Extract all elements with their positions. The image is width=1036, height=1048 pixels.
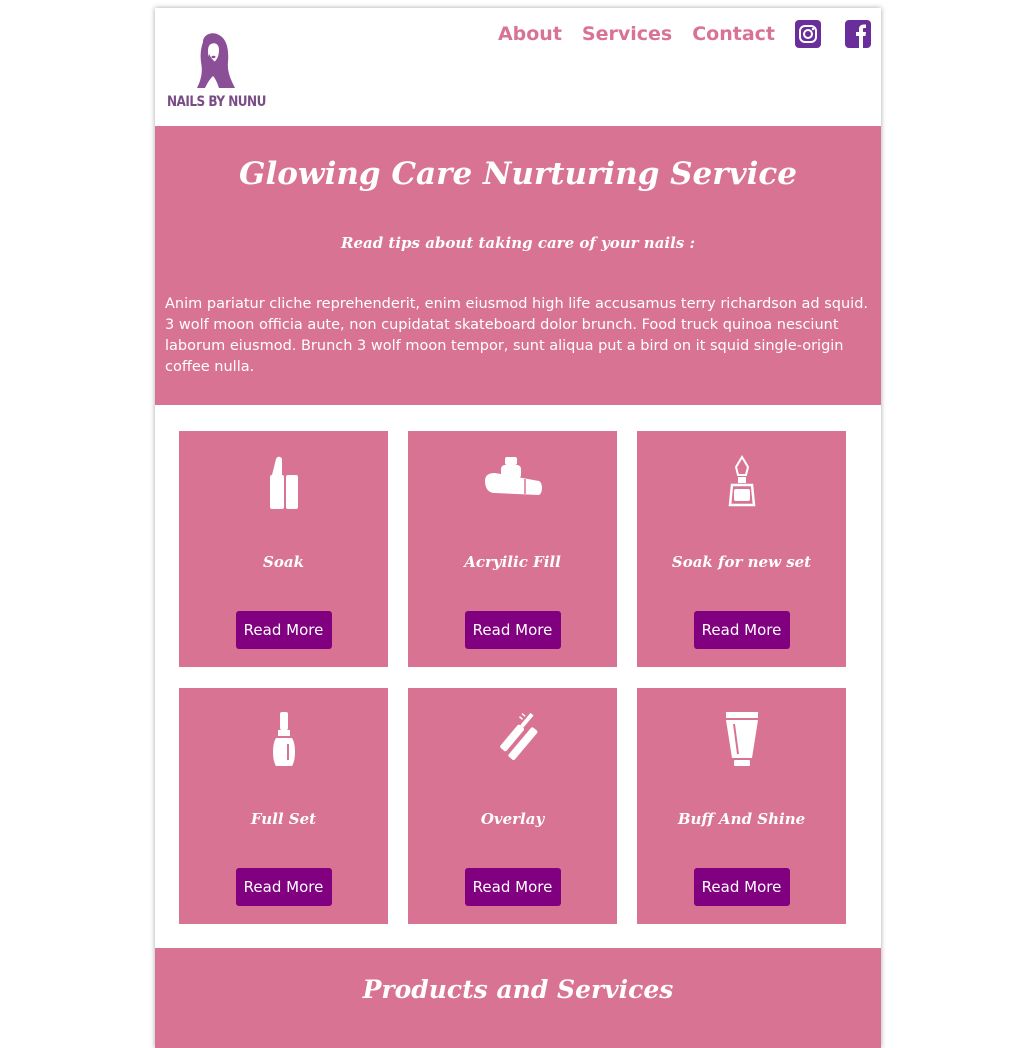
service-title: Full Set	[250, 810, 317, 828]
service-card: Full Set Read More	[179, 688, 388, 924]
service-card: Acryilic Fill Read More	[408, 431, 617, 667]
hero-subtitle: Read tips about taking care of your nail…	[340, 234, 696, 252]
nail-polish-icon	[272, 712, 295, 766]
header: NAILS BY NUNU About Services Contact	[155, 8, 881, 126]
services-grid: Soak Read More Acryilic Fill Read More S…	[155, 405, 881, 924]
service-card: Overlay Read More	[408, 688, 617, 924]
page: NAILS BY NUNU About Services Contact Glo…	[155, 8, 881, 1048]
hero-body: Anim pariatur cliche reprehenderit, enim…	[165, 296, 869, 375]
read-more-button[interactable]: Read More	[235, 611, 332, 649]
service-card: Soak for new set Read More	[637, 431, 846, 667]
brand-name: NAILS BY NUNU	[167, 94, 266, 110]
read-more-button[interactable]: Read More	[693, 868, 790, 906]
nav-about[interactable]: About	[498, 23, 562, 45]
mascara-icon	[499, 712, 537, 761]
service-title: Soak	[263, 553, 304, 571]
read-more-button[interactable]: Read More	[693, 611, 790, 649]
products-section: Products and Services	[155, 948, 881, 1048]
lotion-tube-icon	[484, 457, 542, 495]
service-title: Buff And Shine	[677, 810, 806, 828]
facebook-icon[interactable]	[845, 20, 871, 48]
instagram-icon[interactable]	[795, 20, 821, 48]
lipstick-icon	[269, 456, 298, 509]
main-nav: About Services Contact	[498, 20, 871, 48]
hero-title: Glowing Care Nurturing Service	[238, 156, 797, 192]
products-title: Products and Services	[362, 975, 674, 1004]
hero-section: Glowing Care Nurturing Service Read tips…	[155, 126, 881, 405]
read-more-button[interactable]: Read More	[464, 611, 561, 649]
service-title: Soak for new set	[671, 553, 812, 571]
brand-logo[interactable]: NAILS BY NUNU	[167, 32, 267, 112]
service-card: Buff And Shine Read More	[637, 688, 846, 924]
service-card: Soak Read More	[179, 431, 388, 667]
read-more-button[interactable]: Read More	[235, 868, 332, 906]
woman-face-logo-icon	[197, 33, 235, 88]
nav-services[interactable]: Services	[582, 23, 672, 45]
service-title: Overlay	[480, 810, 545, 828]
service-title: Acryilic Fill	[464, 553, 561, 571]
nav-contact[interactable]: Contact	[692, 23, 775, 45]
cream-tube-icon	[725, 712, 758, 766]
read-more-button[interactable]: Read More	[464, 868, 561, 906]
perfume-bottle-icon	[728, 455, 755, 507]
